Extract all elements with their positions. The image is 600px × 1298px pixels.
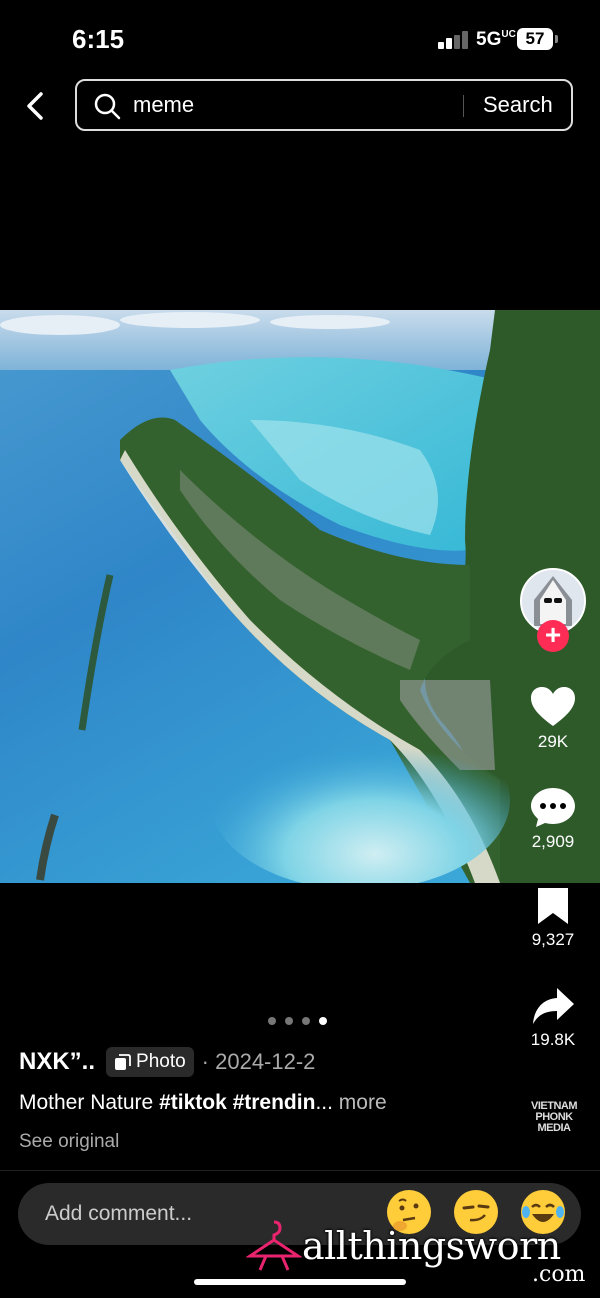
hanger-logo-icon	[246, 1220, 302, 1271]
divider	[0, 1170, 600, 1171]
share-count: 19.8K	[530, 1030, 576, 1049]
status-bar: 6:15 5GUC 57	[0, 0, 600, 78]
cellular-signal-icon	[438, 31, 470, 49]
share-button[interactable]: 19.8K	[510, 986, 596, 1050]
heart-icon	[531, 687, 575, 726]
comment-button[interactable]: 2,909	[510, 786, 596, 852]
follow-button[interactable]: +	[537, 620, 569, 652]
search-bar[interactable]: meme Search	[75, 79, 573, 131]
bookmark-icon	[538, 888, 568, 924]
caption-more-link[interactable]: more	[333, 1091, 387, 1114]
caption-ellipsis: ...	[315, 1091, 333, 1114]
comment-count: 2,909	[531, 832, 575, 851]
sound-watermark-text: VIETNAM PHONK MEDIA	[531, 1100, 578, 1134]
search-icon	[94, 93, 121, 120]
post-caption[interactable]: Mother Nature #tiktok #trendin... more	[19, 1091, 387, 1115]
status-time: 6:15	[72, 24, 125, 54]
sound-watermark[interactable]: VIETNAM PHONK MEDIA	[526, 1101, 582, 1134]
back-button[interactable]	[18, 86, 52, 126]
carousel-indicator	[268, 1017, 327, 1025]
photo-badge-label: Photo	[136, 1051, 186, 1072]
site-watermark-brand: allthingsworn	[302, 1224, 561, 1268]
search-button[interactable]: Search	[483, 81, 553, 129]
comment-input[interactable]: Add comment...	[45, 1183, 192, 1245]
photo-stack-icon	[115, 1053, 131, 1070]
battery-tip	[555, 35, 558, 43]
site-watermark-suffix: .com	[532, 1262, 586, 1287]
post-date: · 2024-12-2	[201, 1049, 316, 1074]
search-input[interactable]: meme	[133, 81, 194, 129]
network-indicator: 5GUC	[476, 29, 516, 50]
battery-icon: 57	[517, 28, 553, 50]
post-meta: NXK”.. Photo · 2024-12-2	[19, 1045, 315, 1079]
caption-text: Mother Nature	[19, 1091, 160, 1114]
photo-badge: Photo	[106, 1047, 194, 1077]
search-divider	[463, 95, 464, 117]
like-count: 29K	[537, 732, 569, 751]
carousel-dot-active[interactable]	[319, 1017, 327, 1025]
site-watermark: allthingsworn .com	[246, 1216, 596, 1287]
like-button[interactable]: 29K	[510, 686, 596, 752]
chevron-left-icon	[27, 92, 43, 120]
save-button[interactable]: 9,327	[510, 886, 596, 950]
carousel-dot[interactable]	[302, 1017, 310, 1025]
share-arrow-icon	[533, 988, 574, 1024]
carousel-dot[interactable]	[285, 1017, 293, 1025]
save-count: 9,327	[531, 930, 575, 949]
caption-hashtags[interactable]: #tiktok #trendin	[159, 1091, 315, 1114]
see-original-link[interactable]: See original	[19, 1131, 119, 1153]
author-username[interactable]: NXK”..	[19, 1048, 95, 1076]
comment-icon	[531, 788, 575, 827]
carousel-dot[interactable]	[268, 1017, 276, 1025]
home-indicator[interactable]	[194, 1279, 406, 1285]
